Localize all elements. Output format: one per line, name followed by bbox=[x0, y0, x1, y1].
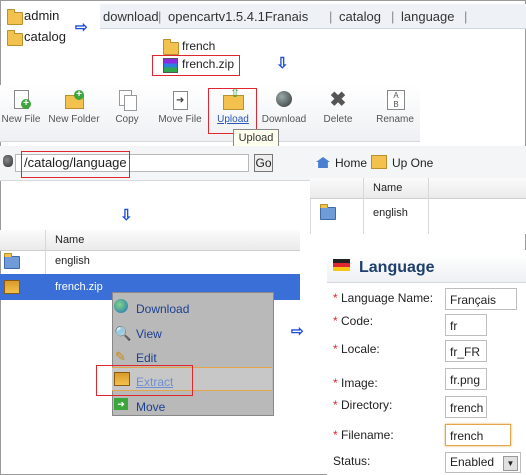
up-one-link[interactable]: Up One bbox=[392, 156, 433, 170]
delete-button[interactable]: ✖ Delete bbox=[311, 90, 365, 125]
file-list-item[interactable]: english bbox=[55, 255, 90, 267]
path-segment[interactable]: download bbox=[103, 9, 159, 24]
filename-label: Filename: bbox=[341, 428, 394, 442]
download-icon bbox=[114, 299, 128, 313]
status-select[interactable]: Enabled ▼ bbox=[445, 452, 521, 473]
image-input[interactable]: fr.png bbox=[445, 368, 487, 390]
download-icon bbox=[274, 90, 294, 110]
column-divider bbox=[363, 178, 364, 234]
path-segment[interactable]: catalog bbox=[339, 9, 381, 24]
status-selected-value: Enabled bbox=[450, 455, 495, 469]
language-name-input[interactable]: Français bbox=[445, 288, 517, 310]
rename-button[interactable]: AB Rename bbox=[368, 90, 422, 125]
folder-french-label[interactable]: french bbox=[182, 39, 215, 53]
path-separator: | bbox=[391, 9, 395, 24]
highlight-box bbox=[21, 151, 130, 178]
path-separator: | bbox=[158, 9, 162, 24]
new-file-icon: + bbox=[11, 90, 31, 110]
folder-icon bbox=[320, 204, 336, 220]
address-bar[interactable]: download | opencartv1.5.4.1Franais | cat… bbox=[100, 4, 526, 29]
toolbar-label: Rename bbox=[376, 114, 414, 125]
rename-icon: AB bbox=[385, 90, 405, 110]
right-list-header[interactable]: Name bbox=[373, 182, 402, 194]
filename-input[interactable]: french bbox=[445, 424, 511, 446]
toolbar-label: Move File bbox=[158, 114, 202, 125]
required-marker: * bbox=[333, 398, 338, 412]
folder-icon bbox=[163, 39, 179, 55]
new-folder-button[interactable]: + New Folder bbox=[48, 90, 100, 126]
code-label: Code: bbox=[341, 314, 374, 328]
context-menu-edit[interactable]: Edit bbox=[136, 351, 157, 365]
download-button[interactable]: Download bbox=[257, 90, 311, 125]
delete-icon: ✖ bbox=[329, 89, 347, 111]
right-list-item[interactable]: english bbox=[373, 207, 408, 219]
context-menu-view[interactable]: View bbox=[136, 327, 162, 341]
zip-archive-icon bbox=[163, 58, 178, 73]
directory-label: Directory: bbox=[341, 398, 393, 412]
toolbar-label: Copy bbox=[115, 114, 139, 125]
folder-catalog-label[interactable]: catalog bbox=[24, 29, 66, 44]
image-label: Image: bbox=[341, 376, 378, 390]
zip-file-label[interactable]: french.zip bbox=[182, 57, 234, 71]
required-marker: * bbox=[333, 428, 338, 442]
language-form-title: Language bbox=[359, 259, 435, 276]
go-button[interactable]: Go bbox=[254, 154, 273, 172]
view-icon: 🔍 bbox=[114, 325, 132, 341]
path-separator: | bbox=[329, 9, 333, 24]
extract-icon bbox=[114, 372, 130, 386]
edit-icon: ✎ bbox=[115, 349, 126, 364]
zip-archive-icon bbox=[4, 280, 20, 294]
folder-icon bbox=[7, 9, 23, 25]
context-menu-download[interactable]: Download bbox=[136, 302, 189, 316]
move-file-icon: ➜ bbox=[170, 90, 190, 110]
folder-admin-label[interactable]: admin bbox=[24, 8, 59, 23]
required-marker: * bbox=[333, 314, 338, 328]
status-label: Status: bbox=[333, 454, 371, 468]
locale-label: Locale: bbox=[341, 342, 380, 356]
copy-icon bbox=[117, 90, 137, 111]
toolbar-label: New File bbox=[1, 114, 41, 125]
language-name-label: Language Name: bbox=[341, 291, 434, 305]
up-one-icon bbox=[371, 155, 387, 169]
toolbar-label: New Folder bbox=[48, 114, 100, 125]
move-file-button[interactable]: ➜ Move File bbox=[153, 90, 207, 125]
arrow-right-icon: ⇨ bbox=[75, 19, 88, 36]
required-marker: * bbox=[333, 376, 338, 390]
move-icon: ➜ bbox=[114, 398, 128, 410]
code-input[interactable]: fr bbox=[445, 314, 487, 336]
arrow-down-icon: ⇩ bbox=[276, 55, 289, 72]
right-list-header-bar bbox=[310, 178, 526, 199]
locale-input[interactable]: fr_FR bbox=[445, 340, 487, 362]
flag-icon bbox=[333, 259, 350, 271]
arrow-right-icon: ⇨ bbox=[291, 323, 304, 340]
copy-button[interactable]: Copy bbox=[100, 90, 154, 125]
directory-input[interactable]: french bbox=[445, 396, 487, 418]
chevron-down-icon[interactable]: ▼ bbox=[503, 456, 518, 471]
column-divider bbox=[428, 178, 429, 234]
context-menu-move[interactable]: Move bbox=[136, 400, 165, 414]
file-list-header[interactable]: Name bbox=[55, 234, 84, 246]
toolbar-label: Download bbox=[261, 114, 307, 125]
upload-tooltip: Upload bbox=[233, 129, 279, 147]
file-list-item[interactable]: french.zip bbox=[55, 281, 103, 293]
path-icon bbox=[3, 155, 13, 167]
arrow-down-icon: ⇩ bbox=[120, 207, 133, 224]
new-folder-icon: + bbox=[64, 90, 84, 110]
new-file-button[interactable]: + New File bbox=[0, 90, 48, 125]
toolbar-label: Delete bbox=[323, 114, 353, 125]
highlight-box bbox=[208, 88, 257, 134]
required-marker: * bbox=[333, 342, 338, 356]
path-segment[interactable]: language bbox=[401, 9, 455, 24]
folder-icon bbox=[4, 253, 20, 269]
path-separator: | bbox=[464, 9, 468, 24]
path-segment[interactable]: opencartv1.5.4.1Franais bbox=[168, 9, 308, 24]
home-link[interactable]: Home bbox=[335, 156, 367, 170]
context-menu-extract[interactable]: Extract bbox=[136, 375, 173, 389]
folder-icon bbox=[7, 30, 23, 46]
required-marker: * bbox=[333, 291, 338, 305]
